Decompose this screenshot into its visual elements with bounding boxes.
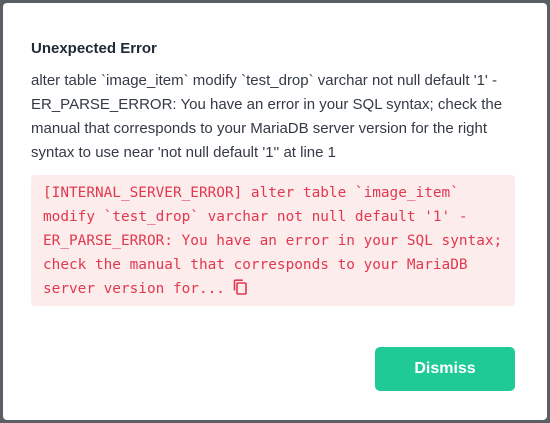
error-details-content: [INTERNAL_SERVER_ERROR] alter table `ima… — [43, 185, 511, 297]
error-details-text: [INTERNAL_SERVER_ERROR] alter table `ima… — [43, 181, 503, 301]
dismiss-button[interactable]: Dismiss — [375, 347, 515, 391]
copy-icon[interactable] — [231, 278, 249, 296]
error-details-box: [INTERNAL_SERVER_ERROR] alter table `ima… — [31, 175, 515, 306]
error-dialog: Unexpected Error alter table `image_item… — [3, 3, 547, 420]
dialog-title: Unexpected Error — [31, 40, 157, 57]
error-message: alter table `image_item` modify `test_dr… — [31, 72, 503, 161]
